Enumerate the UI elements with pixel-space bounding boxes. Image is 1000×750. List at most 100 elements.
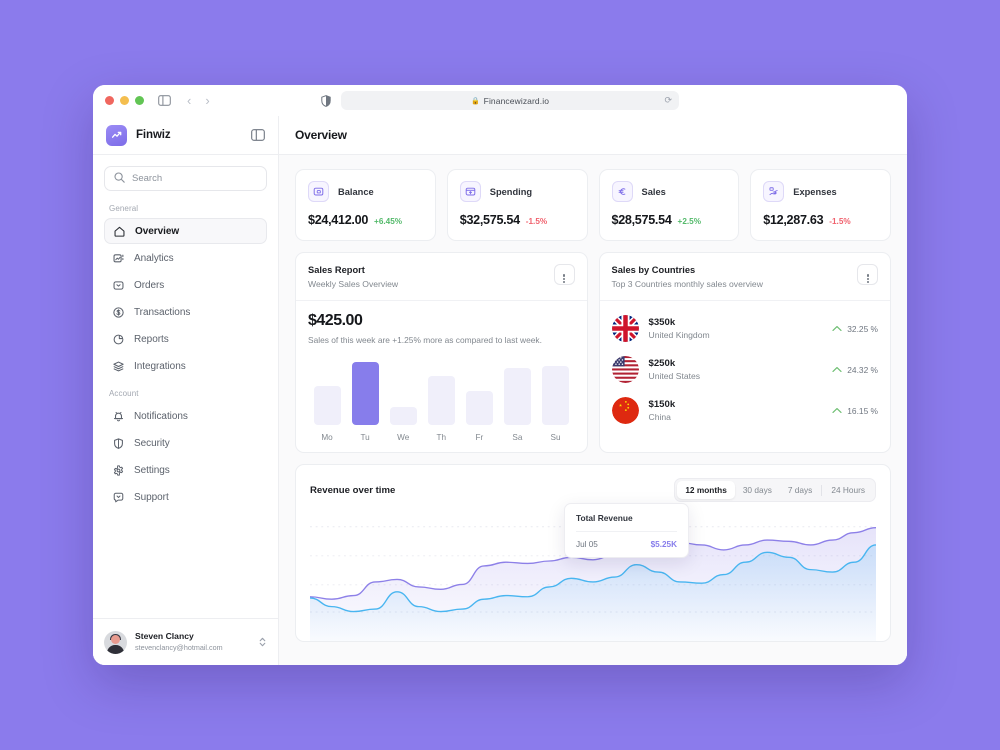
search-placeholder: Search	[132, 173, 163, 184]
sidebar-item-integrations[interactable]: Integrations	[104, 353, 267, 379]
card-title: Sales Report	[308, 265, 365, 275]
kebab-menu-icon[interactable]	[857, 264, 878, 285]
lock-icon: 🔒	[470, 97, 480, 105]
tooltip-value: $5.25K	[650, 540, 677, 550]
sidebar-item-notifications[interactable]: Notifications	[104, 403, 267, 429]
country-amount: $350k	[648, 316, 676, 328]
tab-24-hours[interactable]: 24 Hours	[823, 481, 873, 499]
sidebar-collapse-icon[interactable]	[251, 129, 265, 141]
stat-card-balance[interactable]: Balance $24,412.00 +6.45%	[295, 169, 436, 241]
card-subtitle: Weekly Sales Overview	[308, 278, 399, 289]
sales-by-countries-card: Sales by Countries Top 3 Countries month…	[598, 252, 891, 454]
user-profile[interactable]: Steven Clancy stevenclancy@hotmail.com	[93, 618, 278, 665]
sidebar-item-label: Orders	[134, 279, 165, 291]
euro-icon	[611, 181, 633, 202]
tab-divider	[821, 484, 823, 496]
shield-icon[interactable]	[321, 94, 331, 107]
tab-7-days[interactable]: 7 days	[780, 481, 820, 499]
sidebar-item-transactions[interactable]: Transactions	[104, 299, 267, 325]
bar	[542, 365, 569, 426]
sidebar-item-support[interactable]: Support	[104, 484, 267, 510]
bar-column[interactable]: Tu	[346, 356, 384, 442]
weekly-bar-chart: Mo Tu We Th Fr Sa Su	[308, 356, 575, 442]
country-name: United Kingdom	[648, 330, 710, 341]
card-out-icon	[459, 181, 481, 202]
country-percent: 16.15 %	[847, 405, 878, 416]
sidebar-item-label: Notifications	[134, 410, 188, 422]
tooltip-title: Total Revenue	[576, 513, 677, 533]
bar	[313, 386, 341, 426]
list-item[interactable]: $150k China 16.15 %	[611, 390, 878, 431]
country-percent: 32.25 %	[847, 323, 878, 334]
minimize-window-button[interactable]	[120, 96, 129, 105]
chevron-left-icon[interactable]: ‹	[187, 94, 191, 107]
sidebar-item-overview[interactable]: Overview	[104, 218, 267, 244]
search-icon	[114, 170, 125, 188]
maximize-window-button[interactable]	[135, 96, 144, 105]
brand-header: Finwiz	[93, 116, 278, 155]
sidebar-item-label: Analytics	[134, 252, 174, 264]
close-window-button[interactable]	[105, 96, 114, 105]
chart-tooltip: Total Revenue Jul 05 $5.25K	[564, 503, 689, 559]
flag-cn	[611, 397, 639, 425]
bar	[427, 375, 455, 426]
tab-30-days[interactable]: 30 days	[735, 481, 780, 499]
stat-cards: Balance $24,412.00 +6.45% Spending $32,5…	[295, 169, 891, 241]
chevron-up-down-icon[interactable]	[258, 636, 267, 648]
country-list: $350k United Kingdom 32.25 % $250k Unite…	[600, 301, 891, 441]
bar	[465, 391, 493, 426]
bar-column[interactable]: Sa	[498, 356, 536, 442]
stat-card-spending[interactable]: Spending $32,575.54 -1.5%	[446, 169, 588, 241]
sidebar-item-security[interactable]: Security	[104, 430, 267, 456]
stat-card-expenses[interactable]: Expenses $12,287.63 -1.5%	[750, 169, 891, 241]
card-title: Sales by Countries	[611, 265, 696, 275]
tab-12-months[interactable]: 12 months	[677, 481, 735, 500]
profile-email: stevenclancy@hotmail.com	[135, 642, 223, 652]
sidebar-item-analytics[interactable]: Analytics	[104, 245, 267, 271]
bar-column[interactable]: Su	[536, 356, 574, 442]
bar	[503, 368, 531, 426]
chevron-right-icon[interactable]: ›	[205, 94, 209, 107]
bar-label: Sa	[512, 433, 523, 443]
stat-label: Sales	[641, 186, 666, 197]
window-controls[interactable]	[105, 96, 144, 105]
list-item[interactable]: $250k United States 24.32 %	[611, 349, 878, 390]
bar-column[interactable]: Mo	[308, 356, 346, 442]
stat-label: Spending	[489, 186, 533, 197]
browser-titlebar: ‹ › 🔒 Financewizard.io ⟳	[93, 85, 907, 116]
bar-column[interactable]: Fr	[460, 356, 498, 442]
range-tabs[interactable]: 12 months 30 days 7 days 24 Hours	[674, 478, 876, 503]
country-trend: 24.32 %	[832, 365, 878, 375]
sidebar-item-label: Support	[134, 491, 169, 503]
stat-value: $32,575.54	[459, 213, 520, 227]
list-item[interactable]: $350k United Kingdom 32.25 %	[611, 308, 878, 349]
country-amount: $150k	[648, 398, 676, 410]
sidebar-item-reports[interactable]: Reports	[104, 326, 267, 352]
bar-label: Su	[550, 433, 561, 443]
main-content: Overview Balance $24,412.00 +6.45% Spend…	[279, 116, 907, 665]
bar	[389, 406, 417, 426]
sidebar-item-label: Overview	[135, 225, 180, 237]
page-topbar: Overview	[279, 116, 907, 155]
sales-note: Sales of this week are +1.25% more as co…	[308, 335, 542, 346]
stat-value: $12,287.63	[763, 213, 824, 227]
sidebar-item-settings[interactable]: Settings	[104, 457, 267, 483]
sidebar-item-label: Reports	[134, 333, 169, 345]
search-input[interactable]: Search	[104, 166, 267, 191]
trend-up-icon	[106, 124, 127, 146]
stat-delta: -1.5%	[829, 217, 851, 226]
stat-card-sales[interactable]: Sales $28,575.54 +2.5%	[598, 169, 740, 241]
money-hand-icon	[763, 181, 785, 202]
bar-label: Mo	[321, 433, 333, 443]
sidebar-item-orders[interactable]: Orders	[104, 272, 267, 298]
kebab-menu-icon[interactable]	[553, 264, 575, 285]
stat-delta: +6.45%	[374, 217, 403, 226]
stat-label: Expenses	[793, 186, 837, 197]
browser-nav[interactable]: ‹ ›	[187, 94, 210, 107]
bar-column[interactable]: We	[384, 356, 422, 442]
bar-column[interactable]: Th	[422, 356, 460, 442]
address-bar[interactable]: 🔒 Financewizard.io ⟳	[341, 91, 679, 110]
reload-icon[interactable]: ⟳	[664, 95, 672, 106]
country-name: United States	[648, 371, 701, 382]
panel-toggle-icon[interactable]	[158, 95, 171, 106]
